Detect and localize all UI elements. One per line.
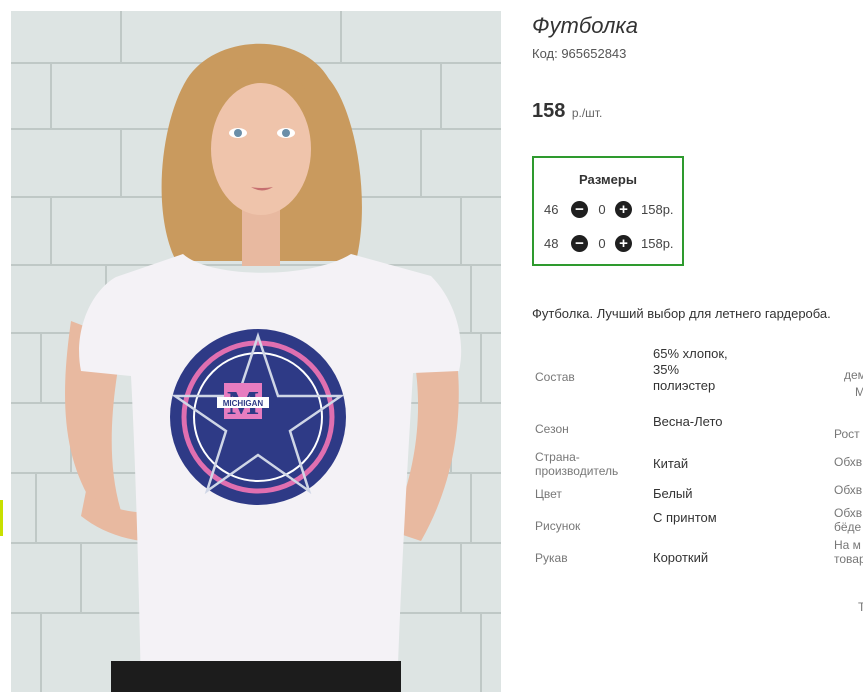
right-col-text: бёде: [834, 520, 862, 534]
property-value: Короткий: [653, 550, 709, 565]
sizes-panel: Размеры 46 − 0 + 158р. 48 − 0 + 158р.: [532, 156, 684, 266]
plus-icon[interactable]: +: [615, 201, 632, 218]
product-title: Футболка: [532, 13, 638, 38]
right-col-text: Рост: [834, 427, 860, 441]
right-col-text: На м: [834, 538, 861, 552]
property-key: Состав: [535, 370, 575, 384]
right-col-text: Обхв: [834, 455, 863, 469]
property-key: Рисунок: [535, 519, 581, 533]
size-row-48: 48 − 0 + 158р.: [534, 234, 686, 254]
size-chart-column-cut: дем М Рост Обхв Обхв Обхв бёде На м това…: [832, 0, 863, 692]
size-row-46: 46 − 0 + 158р.: [534, 200, 686, 220]
product-photo[interactable]: M MICHIGAN: [11, 11, 501, 692]
property-value: Китай: [653, 456, 689, 471]
property-key: Рукав: [535, 551, 568, 565]
property-value: Весна-Лето: [653, 414, 723, 429]
property-key: Страна-производитель: [535, 450, 619, 478]
product-price: 158 р./шт.: [532, 100, 602, 123]
right-col-text: товар: [834, 552, 863, 566]
right-col-text: дем: [844, 368, 863, 382]
size-price: 158р.: [641, 202, 674, 217]
product-code: Код: 965652843: [532, 46, 627, 61]
left-edge-marker: [0, 500, 3, 536]
property-key: Цвет: [535, 487, 562, 501]
right-col-text: М: [855, 385, 863, 399]
property-value: С принтом: [653, 510, 717, 525]
size-label: 46: [544, 202, 559, 217]
right-col-text: Обхв: [834, 483, 863, 497]
quantity-value[interactable]: 0: [596, 236, 608, 251]
minus-icon[interactable]: −: [571, 235, 588, 252]
print-text: MICHIGAN: [223, 399, 264, 408]
size-price: 158р.: [641, 236, 674, 251]
quantity-value[interactable]: 0: [596, 202, 608, 217]
right-col-text: Т: [858, 600, 863, 614]
sizes-title: Размеры: [579, 172, 637, 187]
size-label: 48: [544, 236, 559, 251]
minus-icon[interactable]: −: [571, 201, 588, 218]
property-value: Белый: [653, 486, 693, 501]
right-col-text: Обхв: [834, 506, 863, 520]
property-key: Сезон: [535, 422, 569, 436]
price-unit: р./шт.: [571, 106, 603, 120]
property-value: 65% хлопок, 35% полиэстер: [653, 346, 728, 393]
plus-icon[interactable]: +: [615, 235, 632, 252]
product-description: Футболка. Лучший выбор для летнего гарде…: [532, 306, 831, 321]
price-value: 158: [532, 100, 566, 122]
